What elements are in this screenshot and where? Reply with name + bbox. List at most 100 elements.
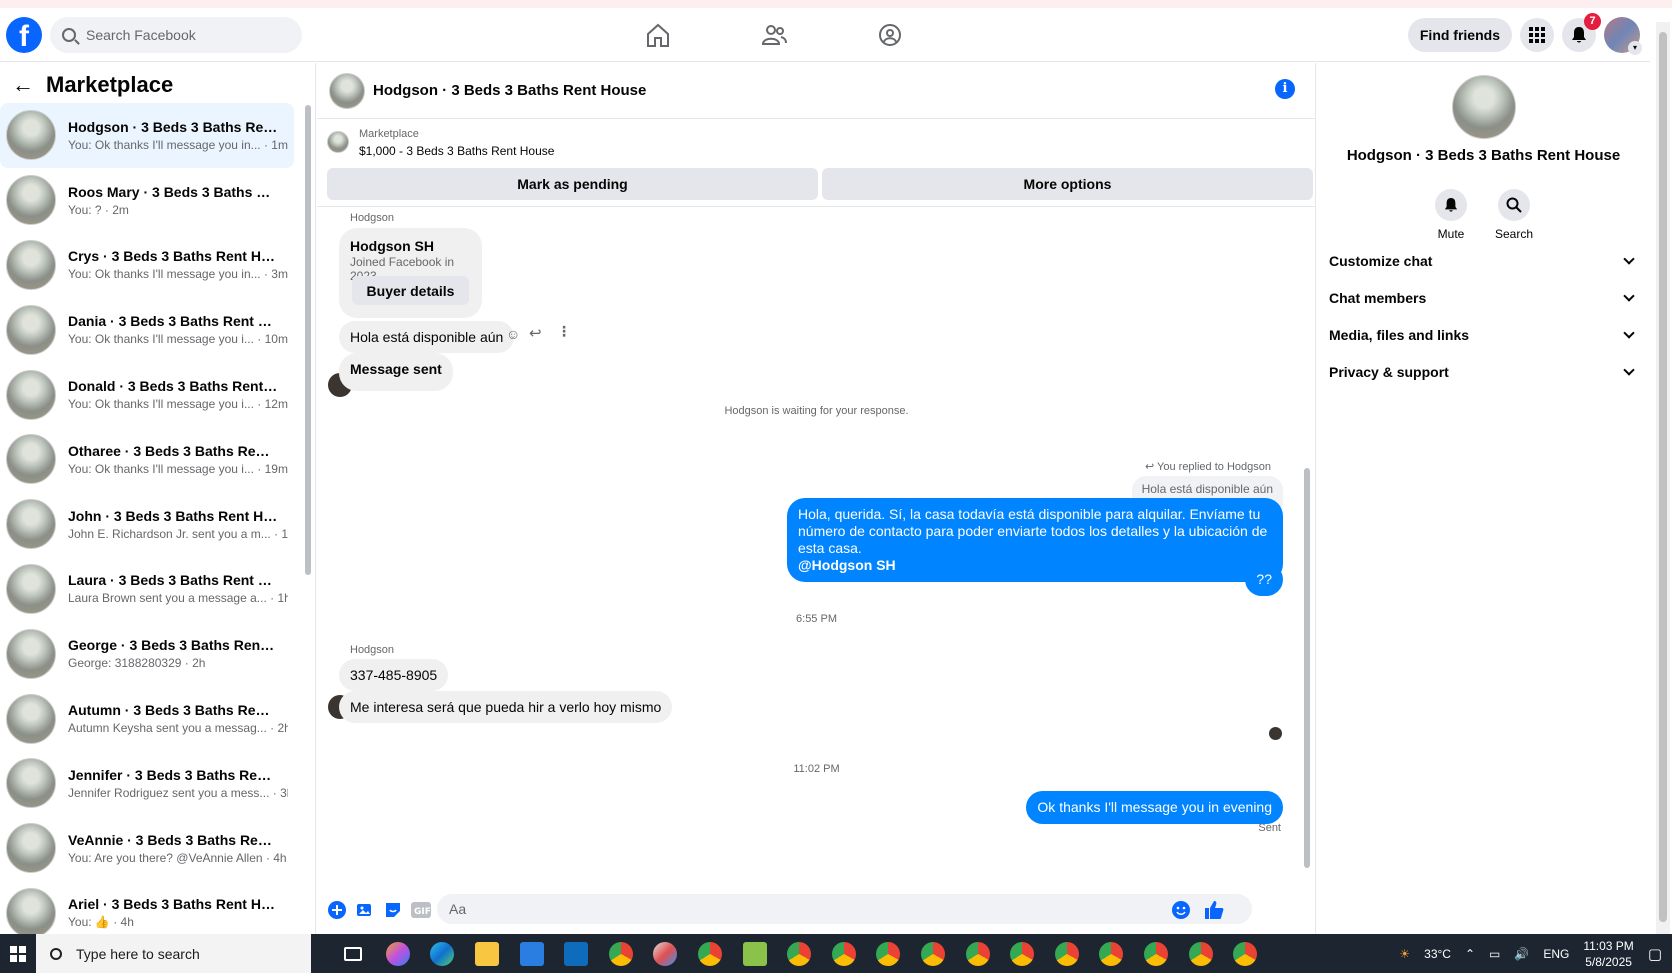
conversation-title: George · 3 Beds 3 Baths Rent House bbox=[68, 637, 278, 654]
listing-thumbnail[interactable] bbox=[327, 131, 349, 153]
home-icon[interactable] bbox=[644, 22, 672, 48]
mute-button[interactable]: Mute bbox=[1435, 189, 1467, 241]
taskbar-search-placeholder: Type here to search bbox=[76, 945, 200, 962]
tray-chevron-icon[interactable]: ⌃ bbox=[1465, 947, 1475, 961]
more-vertical-icon[interactable]: ⋮ bbox=[557, 323, 571, 340]
conversation-item[interactable]: Crys · 3 Beds 3 Baths Rent House You: Ok … bbox=[0, 233, 294, 298]
chrome-icon[interactable] bbox=[1000, 934, 1045, 973]
listing-title[interactable]: $1,000 - 3 Beds 3 Baths Rent House bbox=[359, 144, 554, 158]
taskbar-apps bbox=[331, 934, 1267, 973]
listing-avatar-large[interactable] bbox=[1452, 75, 1516, 139]
more-options-button[interactable]: More options bbox=[822, 168, 1313, 200]
back-arrow-icon[interactable]: ← bbox=[12, 72, 34, 98]
file-explorer-icon[interactable] bbox=[465, 934, 510, 973]
conversation-item[interactable]: Hodgson · 3 Beds 3 Baths Rent House You: … bbox=[0, 103, 294, 168]
task-view-icon[interactable] bbox=[331, 934, 376, 973]
clock[interactable]: 11:03 PM 5/8/2025 bbox=[1583, 938, 1633, 970]
paint-icon[interactable] bbox=[643, 934, 688, 973]
conversation-item[interactable]: George · 3 Beds 3 Baths Rent House George… bbox=[0, 621, 294, 686]
weather-icon[interactable]: ☀ bbox=[1399, 947, 1410, 961]
taskbar-search-box[interactable]: Type here to search bbox=[36, 934, 311, 973]
chrome-icon[interactable] bbox=[911, 934, 956, 973]
emoji-icon[interactable] bbox=[1171, 900, 1191, 925]
conversation-item[interactable]: Laura · 3 Beds 3 Baths Rent House Laura B… bbox=[0, 557, 294, 622]
customize-chat-section[interactable]: Customize chat bbox=[1329, 253, 1639, 269]
gif-icon[interactable]: GIF bbox=[411, 900, 431, 920]
reply-arrow-icon[interactable]: ↩ bbox=[529, 324, 542, 342]
groups-icon[interactable] bbox=[876, 22, 904, 48]
menu-grid-icon[interactable] bbox=[1520, 18, 1554, 52]
message-bubble-incoming[interactable]: Me interesa será que pueda hir a verlo h… bbox=[339, 691, 673, 723]
react-smiley-icon[interactable]: ☺ bbox=[506, 326, 520, 342]
conversation-item[interactable]: Donald · 3 Beds 3 Baths Rent House You: O… bbox=[0, 362, 294, 427]
photo-icon[interactable] bbox=[355, 900, 375, 920]
chat-avatar[interactable] bbox=[329, 72, 365, 109]
chrome-icon[interactable] bbox=[822, 934, 867, 973]
conversation-text: Otharee · 3 Beds 3 Baths Rent House You: … bbox=[68, 443, 288, 476]
windows-start-icon[interactable] bbox=[0, 934, 36, 973]
chrome-icon[interactable] bbox=[1223, 934, 1268, 973]
language-indicator[interactable]: ENG bbox=[1543, 947, 1569, 961]
facebook-logo-icon[interactable]: f bbox=[6, 17, 42, 53]
marketplace-sidebar: ← Marketplace Hodgson · 3 Beds 3 Baths R… bbox=[0, 63, 316, 938]
chrome-icon[interactable] bbox=[599, 934, 644, 973]
message-bubble-outgoing[interactable]: Ok thanks I'll message you in evening bbox=[1026, 791, 1283, 824]
message-bubble-outgoing[interactable]: Hola, querida. Sí, la casa todavía está … bbox=[787, 498, 1283, 582]
reply-mention[interactable]: @Hodgson SH bbox=[798, 557, 896, 573]
buyer-details-button[interactable]: Buyer details bbox=[352, 276, 469, 305]
chat-scrollbar[interactable] bbox=[1303, 208, 1311, 878]
conversation-item[interactable]: Jennifer · 3 Beds 3 Baths Rent House Jenn… bbox=[0, 751, 294, 816]
sidebar-scrollbar[interactable] bbox=[304, 105, 312, 929]
chrome-icon[interactable] bbox=[1089, 934, 1134, 973]
message-bubble-incoming[interactable]: Hola está disponible aún bbox=[339, 321, 515, 353]
conversation-item[interactable]: John · 3 Beds 3 Baths Rent House John E. … bbox=[0, 492, 294, 557]
copilot-icon[interactable] bbox=[376, 934, 421, 973]
message-input[interactable]: Aa bbox=[437, 894, 1252, 924]
conversation-title: Autumn · 3 Beds 3 Baths Rent House bbox=[68, 702, 278, 719]
search-facebook-input[interactable]: Search Facebook bbox=[50, 17, 302, 53]
chrome-icon[interactable] bbox=[866, 934, 911, 973]
find-friends-button[interactable]: Find friends bbox=[1407, 18, 1512, 52]
volume-icon[interactable]: 🔊 bbox=[1514, 947, 1529, 961]
chrome-icon[interactable] bbox=[1045, 934, 1090, 973]
info-icon[interactable]: i bbox=[1275, 79, 1295, 99]
chat-title[interactable]: Hodgson · 3 Beds 3 Baths Rent House bbox=[373, 82, 646, 99]
chrome-icon[interactable] bbox=[1134, 934, 1179, 973]
page-scrollbar[interactable] bbox=[1656, 22, 1670, 934]
chrome-icon[interactable] bbox=[955, 934, 1000, 973]
outlook-icon[interactable] bbox=[554, 934, 599, 973]
search-chat-button[interactable]: Search bbox=[1495, 189, 1533, 241]
sheets-icon[interactable] bbox=[732, 934, 777, 973]
conversation-item[interactable]: VeAnnie · 3 Beds 3 Baths Rent House You: … bbox=[0, 816, 294, 881]
conversation-thumbnail bbox=[6, 628, 56, 679]
conversation-item[interactable]: Roos Mary · 3 Beds 3 Baths Rent House You… bbox=[0, 168, 294, 233]
thumbs-up-icon[interactable] bbox=[1203, 899, 1225, 926]
store-icon[interactable] bbox=[509, 934, 554, 973]
friends-icon[interactable] bbox=[760, 22, 788, 48]
media-files-links-section[interactable]: Media, files and links bbox=[1329, 327, 1639, 343]
profile-avatar[interactable]: ▾ bbox=[1604, 17, 1642, 55]
add-plus-icon[interactable] bbox=[327, 900, 347, 920]
conversation-item[interactable]: Dania · 3 Beds 3 Baths Rent House You: Ok… bbox=[0, 297, 294, 362]
conversation-title: Crys · 3 Beds 3 Baths Rent House bbox=[68, 248, 278, 265]
edge-icon[interactable] bbox=[420, 934, 465, 973]
mark-as-pending-button[interactable]: Mark as pending bbox=[327, 168, 818, 200]
chrome-icon[interactable] bbox=[1178, 934, 1223, 973]
message-bubble-outgoing[interactable]: ?? bbox=[1245, 563, 1283, 596]
conversation-item[interactable]: Autumn · 3 Beds 3 Baths Rent House Autumn… bbox=[0, 686, 294, 751]
conversation-item[interactable]: Otharee · 3 Beds 3 Baths Rent House You: … bbox=[0, 427, 294, 492]
notifications-bell-icon[interactable]: 7 bbox=[1562, 13, 1601, 52]
privacy-support-section[interactable]: Privacy & support bbox=[1329, 364, 1639, 380]
conversation-preview: You: Ok thanks I'll message you in... · … bbox=[68, 267, 288, 282]
chrome-icon[interactable] bbox=[688, 934, 733, 973]
network-icon[interactable]: ▭ bbox=[1489, 947, 1500, 961]
waiting-note: Hodgson is waiting for your response. bbox=[724, 405, 909, 417]
notification-center-icon[interactable]: ▢ bbox=[1648, 945, 1662, 963]
conversation-title: Donald · 3 Beds 3 Baths Rent House bbox=[68, 378, 278, 395]
temperature[interactable]: 33°C bbox=[1424, 947, 1451, 961]
chat-members-section[interactable]: Chat members bbox=[1329, 290, 1639, 306]
message-bubble-incoming[interactable]: 337-485-8905 bbox=[339, 659, 449, 691]
conversation-text: John · 3 Beds 3 Baths Rent House John E. … bbox=[68, 508, 288, 541]
chrome-icon[interactable] bbox=[777, 934, 822, 973]
sticker-icon[interactable] bbox=[383, 900, 403, 920]
